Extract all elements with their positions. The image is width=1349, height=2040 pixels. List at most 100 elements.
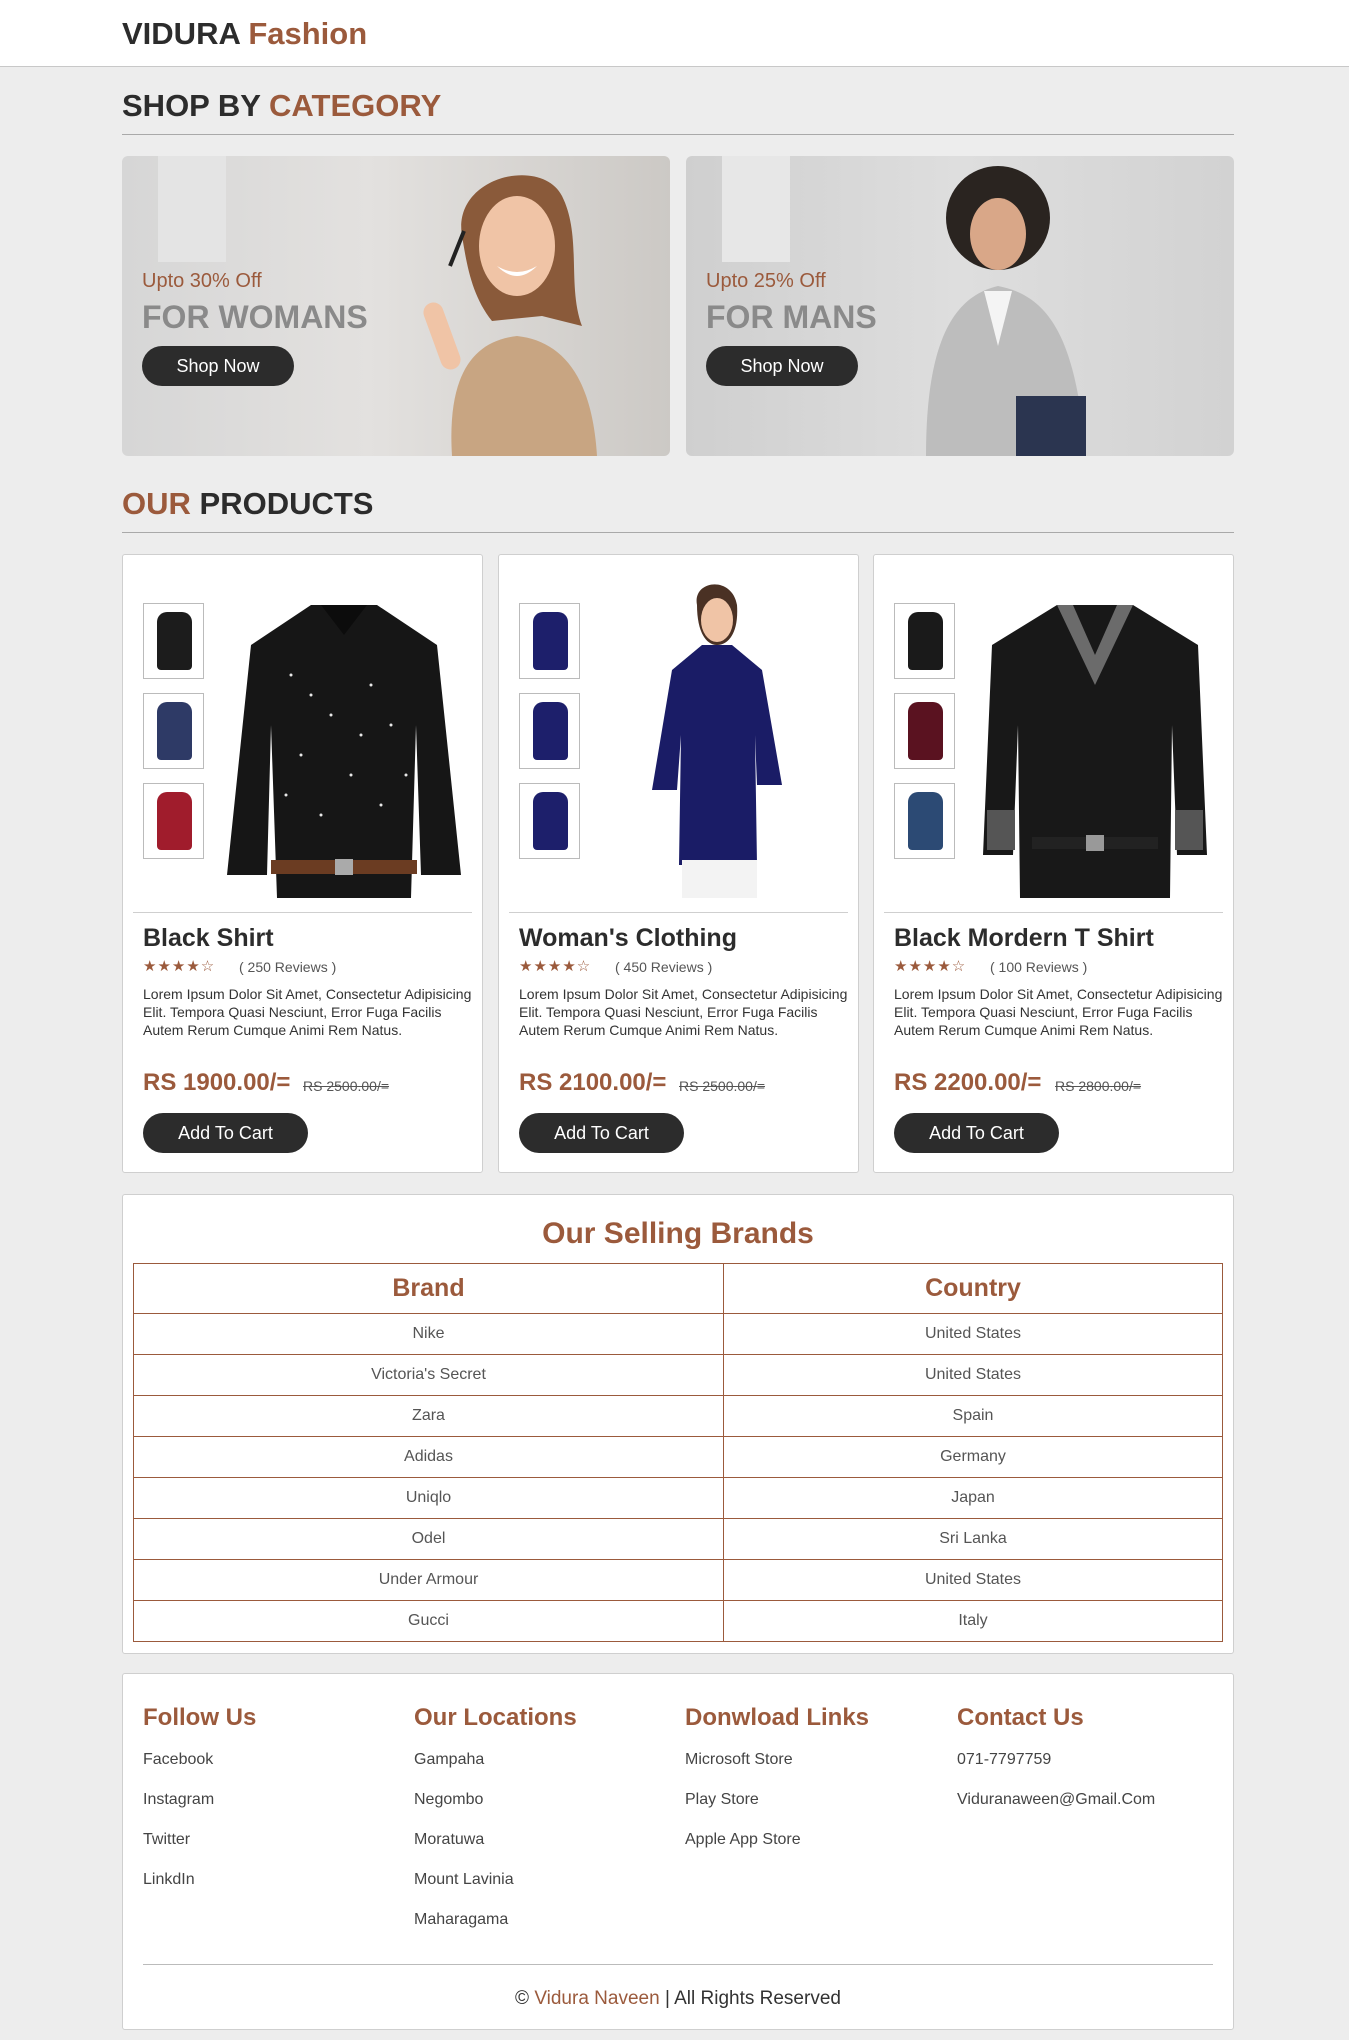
- product-description: Lorem Ipsum Dolor Sit Amet, Consectetur …: [519, 986, 848, 1038]
- footer-column-title: Our Locations: [414, 1704, 577, 1731]
- table-row: Under Armour United States: [133, 1559, 1223, 1601]
- country-cell: Spain: [723, 1395, 1223, 1437]
- product-price: RS 1900.00/=: [143, 1069, 291, 1096]
- product-description: Lorem Ipsum Dolor Sit Amet, Consectetur …: [894, 986, 1223, 1038]
- card-divider: [509, 912, 848, 913]
- site-header: VIDURA Fashion: [0, 0, 1349, 67]
- product-card-black-shirt: Black Shirt ★★★★☆ ( 250 Reviews ) Lorem …: [122, 554, 483, 1173]
- country-column-header: Country: [723, 1263, 1223, 1314]
- table-header-row: Brand Country: [133, 1263, 1223, 1314]
- product-name[interactable]: Black Mordern T Shirt: [894, 924, 1154, 953]
- category-title-main: SHOP BY: [122, 88, 261, 123]
- phone-link[interactable]: 071-7797759: [957, 1748, 1155, 1788]
- banner-decor-tab: [158, 156, 226, 262]
- brand-cell: Victoria's Secret: [133, 1354, 724, 1396]
- product-price: RS 2200.00/=: [894, 1069, 1042, 1096]
- email-link[interactable]: Viduranaween@Gmail.Com: [957, 1788, 1155, 1828]
- product-card-womans-clothing: Woman's Clothing ★★★★☆ ( 450 Reviews ) L…: [498, 554, 859, 1173]
- product-thumbnail[interactable]: [143, 783, 204, 859]
- product-old-price: RS 2800.00/=: [1055, 1078, 1142, 1094]
- brand-cell: Adidas: [133, 1436, 724, 1478]
- facebook-link[interactable]: Facebook: [143, 1748, 256, 1788]
- category-divider: [122, 134, 1234, 135]
- country-cell: United States: [723, 1313, 1223, 1355]
- product-thumbnail[interactable]: [894, 693, 955, 769]
- products-title-accent: OUR: [122, 486, 191, 521]
- table-row: Gucci Italy: [133, 1600, 1223, 1642]
- product-thumbnail[interactable]: [519, 783, 580, 859]
- footer-column-title: Contact Us: [957, 1704, 1084, 1731]
- product-name[interactable]: Woman's Clothing: [519, 924, 737, 953]
- mens-category-label: FOR MANS: [706, 299, 877, 335]
- add-to-cart-button[interactable]: Add To Cart: [143, 1113, 308, 1153]
- product-thumbnail[interactable]: [894, 603, 955, 679]
- brand-cell: Under Armour: [133, 1559, 724, 1601]
- copyright-author-link[interactable]: Vidura Naveen: [534, 1988, 659, 2009]
- linkedin-link[interactable]: LinkdIn: [143, 1868, 256, 1908]
- star-rating-icon: ★★★★☆: [143, 958, 216, 975]
- location-link-moratuwa[interactable]: Moratuwa: [414, 1828, 577, 1868]
- selling-brands-section: Our Selling Brands Brand Country Nike Uni…: [122, 1194, 1234, 1654]
- table-row: Zara Spain: [133, 1395, 1223, 1437]
- review-count: ( 450 Reviews ): [615, 959, 713, 975]
- product-name[interactable]: Black Shirt: [143, 924, 274, 953]
- brand-cell: Nike: [133, 1313, 724, 1355]
- footer-divider: [143, 1964, 1213, 1965]
- product-main-image: [652, 584, 782, 898]
- twitter-link[interactable]: Twitter: [143, 1828, 256, 1868]
- apple-app-store-link[interactable]: Apple App Store: [685, 1828, 869, 1868]
- country-cell: United States: [723, 1354, 1223, 1396]
- product-thumbnail[interactable]: [143, 693, 204, 769]
- site-logo[interactable]: VIDURA Fashion: [122, 16, 367, 52]
- womens-category-label: FOR WOMANS: [142, 299, 368, 335]
- product-thumbnail[interactable]: [143, 603, 204, 679]
- location-link-gampaha[interactable]: Gampaha: [414, 1748, 577, 1788]
- card-divider: [133, 912, 472, 913]
- footer-column-title: Follow Us: [143, 1704, 257, 1731]
- brand-cell: Uniqlo: [133, 1477, 724, 1519]
- copyright-text: © Vidura Naveen | All Rights Reserved: [123, 1988, 1233, 2010]
- table-row: Adidas Germany: [133, 1436, 1223, 1478]
- microsoft-store-link[interactable]: Microsoft Store: [685, 1748, 869, 1788]
- location-link-maharagama[interactable]: Maharagama: [414, 1908, 577, 1948]
- brand-cell: Odel: [133, 1518, 724, 1560]
- add-to-cart-button[interactable]: Add To Cart: [894, 1113, 1059, 1153]
- play-store-link[interactable]: Play Store: [685, 1788, 869, 1828]
- product-card-black-mordern-t-shirt: Black Mordern T Shirt ★★★★☆ ( 100 Review…: [873, 554, 1234, 1173]
- logo-accent: Fashion: [248, 16, 368, 51]
- add-to-cart-button[interactable]: Add To Cart: [519, 1113, 684, 1153]
- footer-column-title: Donwload Links: [685, 1704, 870, 1731]
- instagram-link[interactable]: Instagram: [143, 1788, 256, 1828]
- country-cell: Italy: [723, 1600, 1223, 1642]
- copyright-symbol: ©: [515, 1988, 530, 2009]
- man-model-image: [926, 166, 1086, 456]
- womens-shop-now-button[interactable]: Shop Now: [142, 346, 294, 386]
- product-thumbnail[interactable]: [519, 693, 580, 769]
- footer-follow-us: Follow Us Facebook Instagram Twitter Lin…: [143, 1704, 256, 1908]
- category-section-title: SHOP BY CATEGORY: [122, 88, 441, 124]
- womens-offer-text: Upto 30% Off: [142, 270, 262, 292]
- product-main-image: [227, 605, 461, 898]
- mens-category-banner: Upto 25% Off FOR MANS Shop Now: [686, 156, 1234, 456]
- table-row: Victoria's Secret United States: [133, 1354, 1223, 1396]
- product-thumbnail[interactable]: [894, 783, 955, 859]
- product-thumbnail[interactable]: [519, 603, 580, 679]
- location-link-mount-lavinia[interactable]: Mount Lavinia: [414, 1868, 577, 1908]
- table-row: Nike United States: [133, 1313, 1223, 1355]
- footer-our-locations: Our Locations Gampaha Negombo Moratuwa M…: [414, 1704, 577, 1948]
- logo-main: VIDURA: [122, 16, 240, 51]
- country-cell: Germany: [723, 1436, 1223, 1478]
- banner-decor-tab: [722, 156, 790, 262]
- product-main-image: [983, 605, 1207, 898]
- brands-title: Our Selling Brands: [542, 1217, 814, 1250]
- review-count: ( 250 Reviews ): [239, 959, 337, 975]
- woman-model-image: [423, 175, 597, 456]
- star-rating-icon: ★★★★☆: [519, 958, 592, 975]
- mens-shop-now-button[interactable]: Shop Now: [706, 346, 858, 386]
- location-link-negombo[interactable]: Negombo: [414, 1788, 577, 1828]
- country-cell: Sri Lanka: [723, 1518, 1223, 1560]
- brand-column-header: Brand: [133, 1263, 724, 1314]
- products-title-main: PRODUCTS: [199, 486, 374, 521]
- brand-cell: Zara: [133, 1395, 724, 1437]
- star-rating-icon: ★★★★☆: [894, 958, 967, 975]
